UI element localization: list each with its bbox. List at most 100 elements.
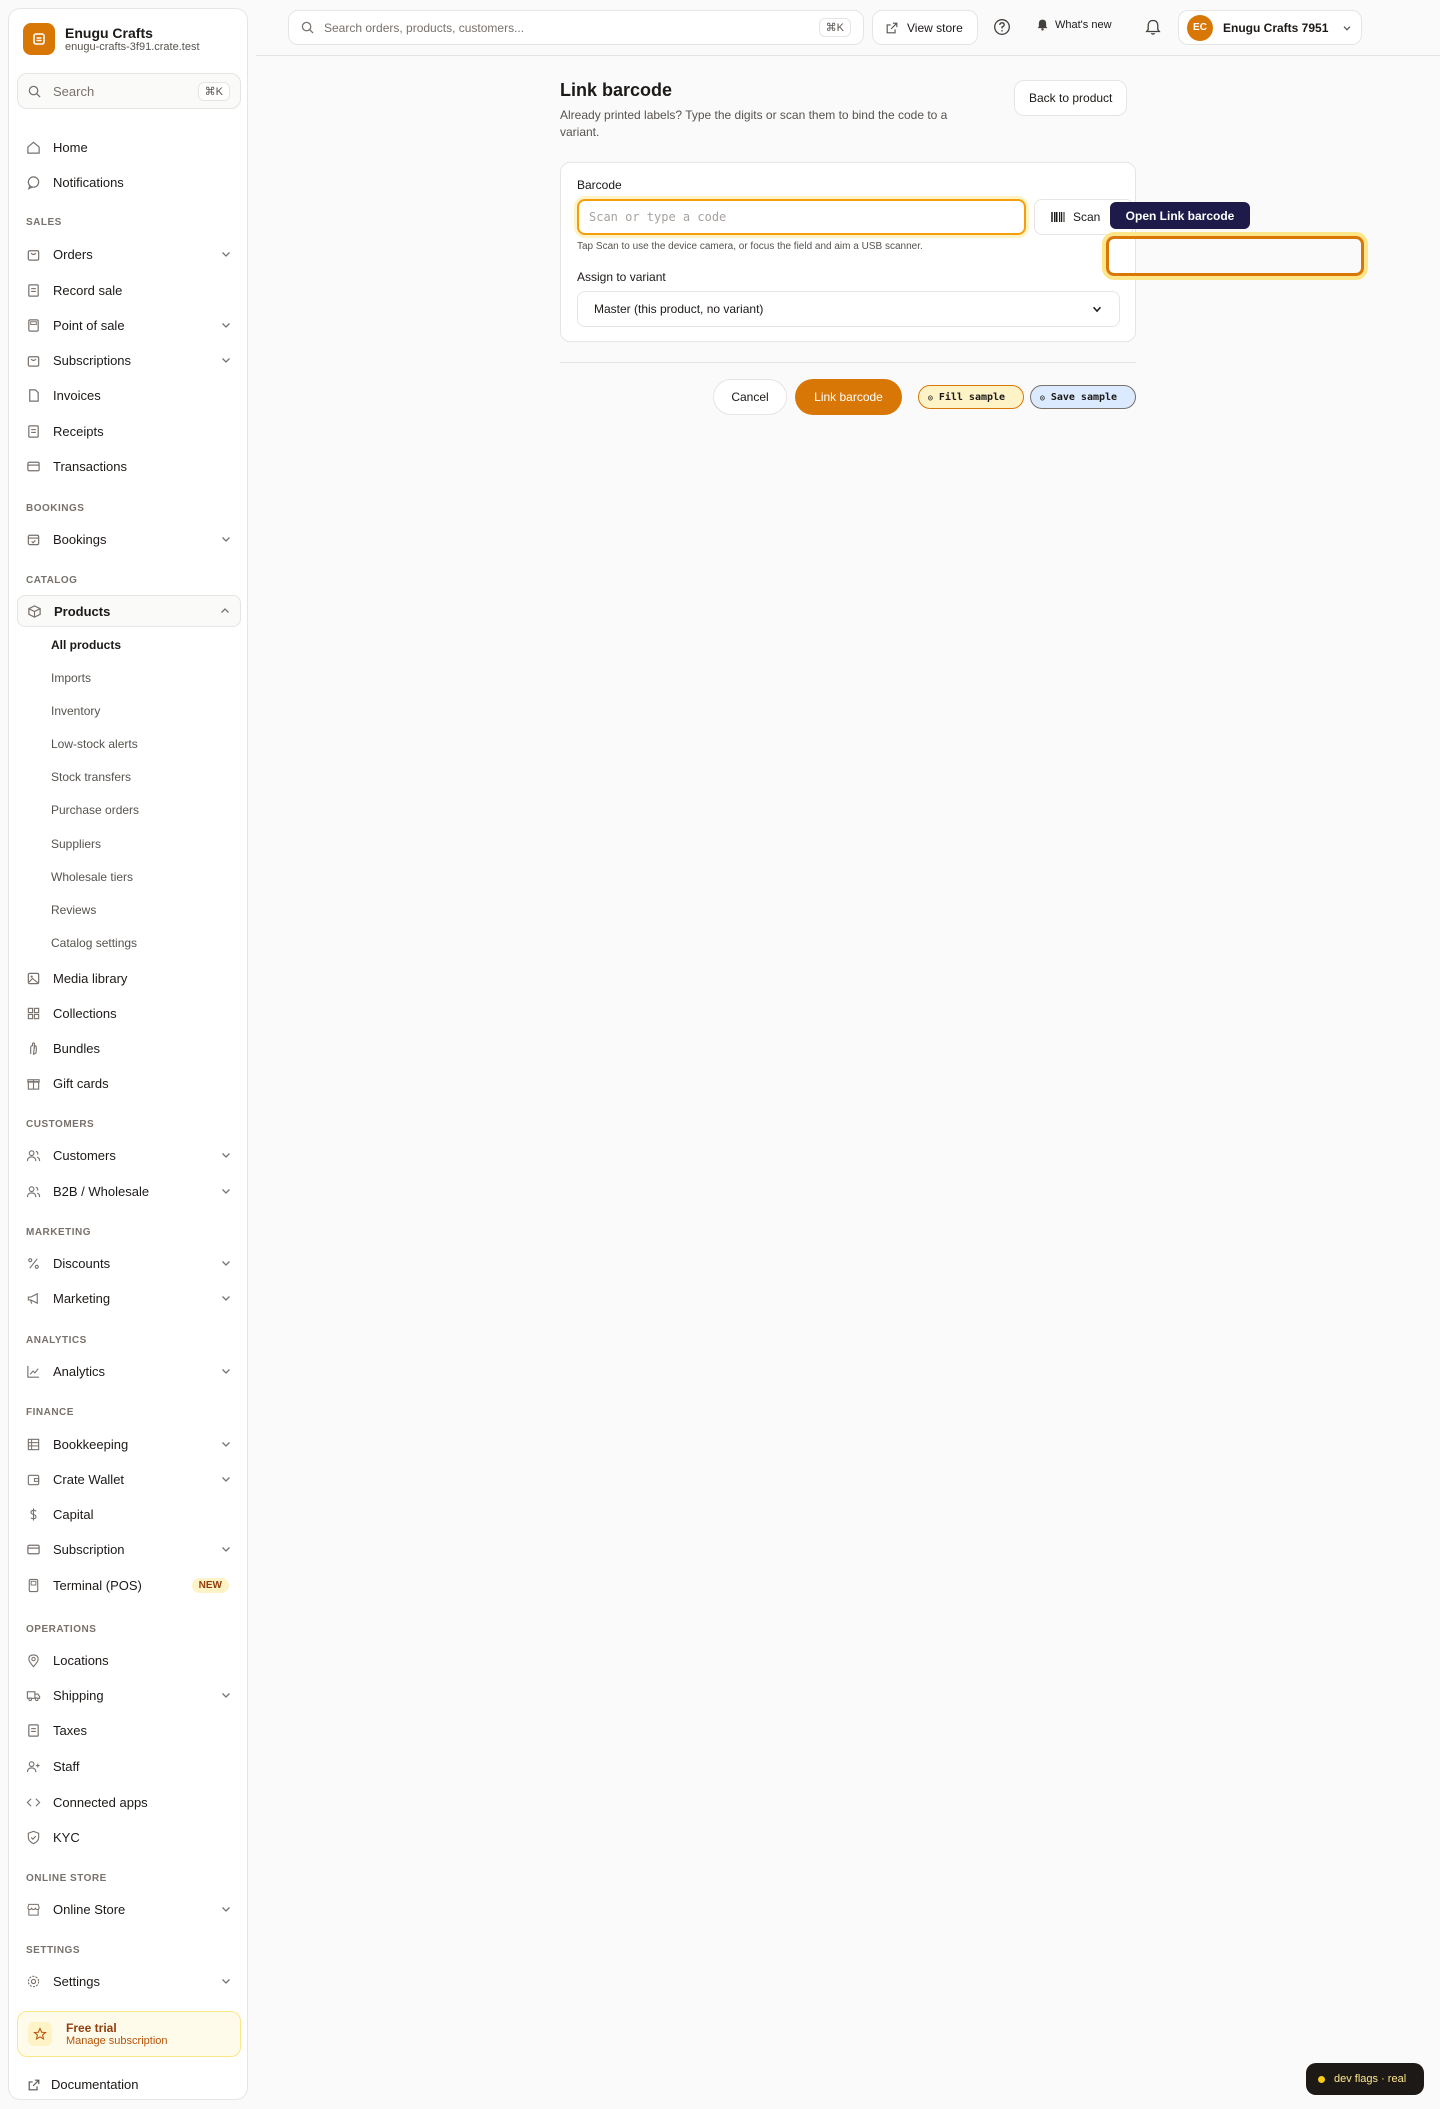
sidebar-item-home[interactable]: Home <box>17 131 241 163</box>
sidebar-item-analytics[interactable]: Analytics <box>17 1355 241 1387</box>
sidebar-item-label: Shipping <box>53 1687 104 1703</box>
view-store-label: View store <box>907 20 963 35</box>
sidebar-item-online-store[interactable]: Online Store <box>17 1893 241 1925</box>
documentation-link[interactable]: Documentation <box>27 2077 138 2092</box>
sidebar-subitem-wholesale-tiers[interactable]: Wholesale tiers <box>51 870 133 884</box>
sidebar-item-point-of-sale[interactable]: Point of sale <box>17 309 241 341</box>
sidebar-item-label: Bookings <box>53 531 107 547</box>
form-divider <box>560 362 1136 363</box>
sidebar-item-label: Crate Wallet <box>53 1471 125 1487</box>
sidebar-subitem-stock-transfers[interactable]: Stock transfers <box>51 770 131 784</box>
dev-flags-badge[interactable]: dev flags · real <box>1306 2063 1424 2095</box>
sidebar-item-products[interactable]: Products <box>17 595 241 627</box>
sidebar-item-bookings[interactable]: Bookings <box>17 523 241 555</box>
global-search-placeholder: Search orders, products, customers... <box>324 20 525 35</box>
variant-select[interactable]: Master (this product, no variant) <box>577 291 1120 327</box>
sidebar-subitem-purchase-orders[interactable]: Purchase orders <box>51 803 139 817</box>
sidebar-item-record-sale[interactable]: Record sale <box>17 274 241 306</box>
sidebar-item-kyc[interactable]: KYC <box>17 1821 241 1853</box>
highlight-target-box[interactable] <box>1106 236 1364 276</box>
sidebar-item-transactions[interactable]: Transactions <box>17 450 241 482</box>
chart-line-icon <box>25 1363 41 1379</box>
sidebar-item-invoices[interactable]: Invoices <box>17 379 241 411</box>
help-circle-icon <box>994 19 1010 35</box>
sidebar-item-taxes[interactable]: Taxes <box>17 1714 241 1746</box>
sidebar-item-settings[interactable]: Settings <box>17 1965 241 1997</box>
dev-flags-label: dev flags · real <box>1334 2073 1407 2085</box>
sidebar-item-marketing[interactable]: Marketing <box>17 1282 241 1314</box>
sidebar-item-b2b-wholesale[interactable]: B2B / Wholesale <box>17 1175 241 1207</box>
chevron-down-icon <box>222 1907 230 1912</box>
fill-sample-button[interactable]: ◎ Fill sample <box>918 385 1024 409</box>
sidebar-item-label: Discounts <box>53 1255 111 1271</box>
sidebar-item-customers[interactable]: Customers <box>17 1139 241 1171</box>
sidebar-item-shipping[interactable]: Shipping <box>17 1679 241 1711</box>
back-to-product-button[interactable]: Back to product <box>1014 80 1128 116</box>
sidebar-item-label: Invoices <box>53 387 101 403</box>
sidebar-item-label: Locations <box>53 1652 109 1668</box>
section-finance: FINANCE <box>26 1407 74 1418</box>
sidebar-item-subscriptions[interactable]: Subscriptions <box>17 344 241 376</box>
global-search-input[interactable]: Search orders, products, customers... ⌘K <box>288 10 864 45</box>
sidebar: Enugu Crafts enugu-crafts-3f91.crate.tes… <box>8 8 248 2100</box>
sidebar-item-label: Gift cards <box>53 1075 109 1091</box>
sidebar-item-terminal[interactable]: Terminal (POS) NEW <box>17 1569 241 1601</box>
sidebar-item-collections[interactable]: Collections <box>17 997 241 1029</box>
sidebar-item-receipts[interactable]: Receipts <box>17 415 241 447</box>
sidebar-item-bundles[interactable]: Bundles <box>17 1032 241 1064</box>
sidebar-item-capital[interactable]: Capital <box>17 1498 241 1530</box>
sidebar-item-notifications[interactable]: Notifications <box>17 166 241 198</box>
cancel-button[interactable]: Cancel <box>713 379 787 415</box>
sidebar-item-bookkeeping[interactable]: Bookkeeping <box>17 1428 241 1460</box>
chevron-down-icon <box>222 1442 230 1447</box>
barcode-input[interactable] <box>577 199 1026 235</box>
sidebar-item-staff[interactable]: Staff <box>17 1750 241 1782</box>
wallet-icon <box>25 1471 41 1487</box>
section-operations: OPERATIONS <box>26 1624 97 1635</box>
sidebar-item-discounts[interactable]: Discounts <box>17 1247 241 1279</box>
sidebar-subitem-low-stock-alerts[interactable]: Low-stock alerts <box>51 737 138 751</box>
sidebar-search[interactable]: Search ⌘K <box>17 73 241 109</box>
sidebar-subitem-imports[interactable]: Imports <box>51 671 91 685</box>
account-menu[interactable]: EC Enugu Crafts 7951 <box>1178 10 1362 45</box>
whats-new-button[interactable]: What's new <box>1036 18 1112 31</box>
brand[interactable]: Enugu Crafts enugu-crafts-3f91.crate.tes… <box>23 23 200 55</box>
sidebar-item-media-library[interactable]: Media library <box>17 962 241 994</box>
sidebar-subitem-inventory[interactable]: Inventory <box>51 704 100 718</box>
page-description: Already printed labels? Type the digits … <box>560 108 948 139</box>
sidebar-item-locations[interactable]: Locations <box>17 1644 241 1676</box>
barcode-label: Barcode <box>577 178 622 192</box>
link-barcode-button[interactable]: Link barcode <box>795 379 902 415</box>
sidebar-item-label: Transactions <box>53 458 127 474</box>
view-store-button[interactable]: View store <box>872 10 978 45</box>
sidebar-item-orders[interactable]: Orders <box>17 238 241 270</box>
sidebar-item-label: Terminal (POS) <box>53 1577 142 1593</box>
sidebar-item-gift-cards[interactable]: Gift cards <box>17 1067 241 1099</box>
section-customers: CUSTOMERS <box>26 1119 95 1130</box>
star-icon <box>28 2022 52 2046</box>
chevron-down-icon <box>222 358 230 363</box>
help-button[interactable] <box>990 15 1014 39</box>
save-sample-button[interactable]: ◎ Save sample <box>1030 385 1136 409</box>
sidebar-subitem-reviews[interactable]: Reviews <box>51 903 96 917</box>
sidebar-subitem-all-products[interactable]: All products <box>51 638 121 652</box>
sidebar-item-subscription[interactable]: Subscription <box>17 1533 241 1565</box>
sidebar-item-connected-apps[interactable]: Connected apps <box>17 1786 241 1818</box>
sidebar-item-crate-wallet[interactable]: Crate Wallet <box>17 1463 241 1495</box>
grid-icon <box>25 1005 41 1021</box>
sidebar-subitem-catalog-settings[interactable]: Catalog settings <box>51 936 137 950</box>
notifications-button[interactable] <box>1141 15 1165 39</box>
store-logo-icon <box>23 23 55 55</box>
section-analytics: ANALYTICS <box>26 1335 87 1346</box>
sidebar-item-label: Settings <box>53 1973 100 1989</box>
manage-subscription-link[interactable]: Manage subscription <box>66 2035 168 2048</box>
image-icon <box>25 970 41 986</box>
variant-label: Assign to variant <box>577 270 666 284</box>
link-barcode-form-card: Barcode Scan Tap Scan to use the device … <box>560 162 1136 342</box>
sidebar-subitem-suppliers[interactable]: Suppliers <box>51 837 101 851</box>
free-trial-card[interactable]: Free trial Manage subscription <box>17 2011 241 2057</box>
section-settings: SETTINGS <box>26 1945 81 1956</box>
scan-hint: Tap Scan to use the device camera, or fo… <box>577 241 923 252</box>
chevron-down-icon <box>222 1547 230 1552</box>
chevron-down-icon <box>222 1189 230 1194</box>
